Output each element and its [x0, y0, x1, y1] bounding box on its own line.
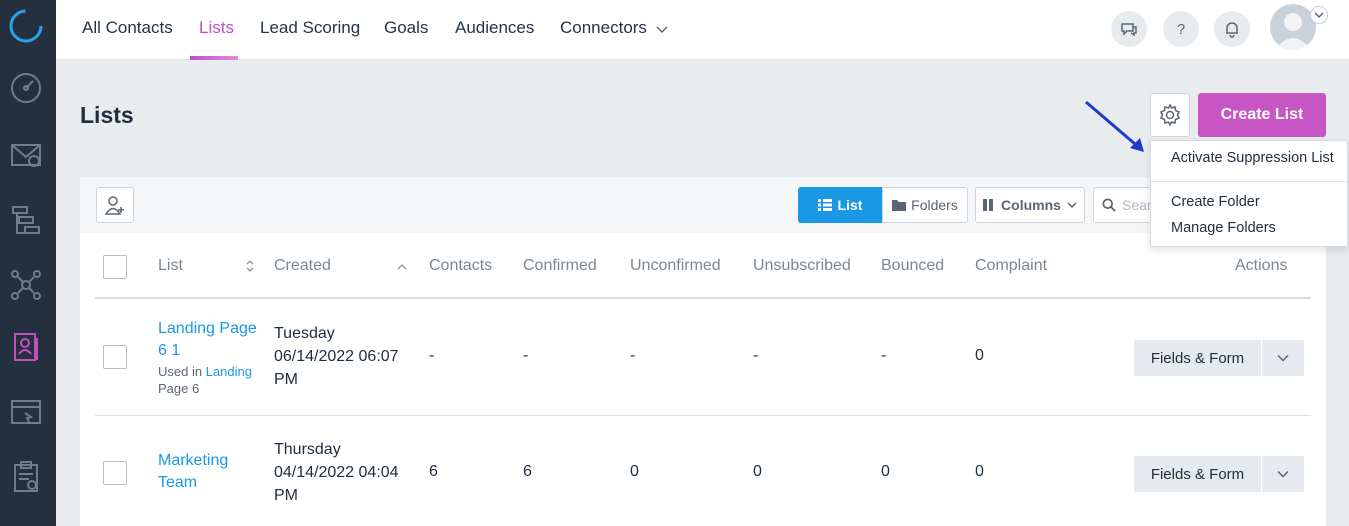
nav-goals[interactable]: Goals — [384, 0, 428, 60]
confirmed-value: - — [523, 347, 529, 364]
list-name-link[interactable]: 6 1 — [158, 342, 180, 360]
page-title: Lists — [80, 102, 134, 128]
contacts-value: 6 — [429, 463, 438, 480]
chevron-down-icon[interactable] — [1262, 456, 1304, 492]
table-row: Landing Page 6 1 Used in Landing Page 6 … — [95, 300, 1311, 416]
avatar[interactable] — [1270, 4, 1316, 50]
nav-lists[interactable]: Lists — [199, 0, 234, 60]
view-list-button[interactable]: List — [798, 187, 882, 223]
header-actions: Actions — [1235, 257, 1288, 274]
fields-form-button[interactable]: Fields & Form — [1134, 340, 1262, 376]
settings-dropdown-menu: Activate Suppression List Create Folder … — [1150, 140, 1348, 247]
columns-button[interactable]: Columns — [975, 187, 1085, 223]
nav-active-indicator — [190, 56, 238, 60]
unconfirmed-value: 0 — [630, 463, 639, 480]
used-in-label: Used in — [158, 364, 203, 379]
nav-connectors[interactable]: Connectors — [560, 0, 647, 60]
gear-icon — [1159, 103, 1181, 127]
table-toolbar: List Folders Columns — [80, 177, 1326, 233]
nav-lead-scoring[interactable]: Lead Scoring — [260, 0, 360, 60]
menu-divider — [1151, 181, 1347, 182]
header-contacts[interactable]: Contacts — [429, 257, 492, 275]
list-name-link[interactable]: Landing Page — [158, 320, 257, 338]
used-in-link[interactable]: Page 6 — [158, 380, 199, 397]
table-header: List Created Contacts Confirmed Unconfir… — [95, 233, 1311, 299]
row-checkbox[interactable] — [103, 461, 127, 485]
sort-icon[interactable] — [245, 259, 255, 278]
fields-form-split-button: Fields & Form — [1134, 456, 1304, 492]
nav-audiences[interactable]: Audiences — [455, 0, 534, 60]
header-bounced[interactable]: Bounced — [881, 257, 944, 275]
create-list-button[interactable]: Create List — [1198, 93, 1326, 137]
bounced-value: 0 — [881, 463, 890, 480]
created-day: Tuesday — [274, 325, 335, 342]
forms-icon[interactable] — [6, 456, 46, 496]
chat-icon[interactable] — [1111, 11, 1147, 47]
menu-item-activate-suppression-list[interactable]: Activate Suppression List — [1171, 150, 1334, 166]
used-in-note: Used in Landing — [158, 363, 252, 380]
view-list-label: List — [837, 197, 863, 213]
row-checkbox[interactable] — [103, 345, 127, 369]
created-ampm: PM — [274, 487, 298, 504]
created-date: 04/14/2022 04:04 — [274, 464, 399, 481]
created-ampm: PM — [274, 371, 298, 388]
search-icon — [1102, 198, 1116, 212]
annotation-arrow-icon — [1085, 100, 1144, 152]
network-icon[interactable] — [6, 265, 46, 305]
chevron-down-icon — [1067, 202, 1077, 209]
bell-icon[interactable] — [1214, 11, 1250, 47]
header-created[interactable]: Created — [274, 257, 331, 275]
automation-icon[interactable] — [6, 200, 46, 240]
menu-item-manage-folders[interactable]: Manage Folders — [1171, 220, 1276, 236]
header-confirmed[interactable]: Confirmed — [523, 257, 597, 275]
header-complaint[interactable]: Complaint — [975, 257, 1047, 275]
created-date: 06/14/2022 06:07 — [274, 348, 399, 365]
add-user-icon — [104, 196, 124, 215]
fields-form-split-button: Fields & Form — [1134, 340, 1304, 376]
view-folders-label: Folders — [911, 197, 958, 213]
header-unsubscribed[interactable]: Unsubscribed — [753, 257, 851, 275]
unsubscribed-value: - — [753, 347, 759, 364]
unconfirmed-value: - — [630, 347, 636, 364]
landing-page-icon[interactable] — [6, 392, 46, 432]
help-icon[interactable]: ? — [1163, 11, 1199, 47]
sort-ascending-icon[interactable] — [397, 258, 407, 276]
chevron-down-icon[interactable] — [656, 22, 668, 40]
bounced-value: - — [881, 347, 887, 364]
list-name-link[interactable]: Marketing — [158, 452, 228, 470]
top-navigation: All Contacts Lists Lead Scoring Goals Au… — [56, 0, 1349, 60]
folder-icon — [892, 200, 907, 211]
columns-label: Columns — [1001, 197, 1061, 213]
nav-all-contacts[interactable]: All Contacts — [82, 0, 173, 60]
view-folders-button[interactable]: Folders — [882, 187, 968, 223]
list-name-link[interactable]: Team — [158, 474, 197, 492]
avatar-chevron-icon[interactable] — [1310, 6, 1328, 24]
used-in-link[interactable]: Landing — [206, 364, 252, 379]
fields-form-button[interactable]: Fields & Form — [1134, 456, 1262, 492]
lists-card: List Folders Columns List Created Contac… — [80, 177, 1326, 526]
sidebar — [0, 0, 56, 526]
confirmed-value: 6 — [523, 463, 532, 480]
unsubscribed-value: 0 — [753, 463, 762, 480]
app-logo-icon[interactable] — [8, 8, 44, 44]
select-all-checkbox[interactable] — [103, 255, 127, 279]
header-unconfirmed[interactable]: Unconfirmed — [630, 257, 721, 275]
header-list[interactable]: List — [158, 257, 183, 275]
table-row: Marketing Team Thursday 04/14/2022 04:04… — [95, 416, 1311, 526]
email-icon[interactable] — [6, 134, 46, 174]
created-day: Thursday — [274, 441, 341, 458]
complaint-value: 0 — [975, 463, 984, 480]
list-icon — [817, 199, 832, 211]
chevron-down-icon[interactable] — [1262, 340, 1304, 376]
columns-icon — [983, 199, 994, 211]
settings-button[interactable] — [1150, 93, 1190, 137]
contacts-icon[interactable] — [6, 327, 46, 367]
contacts-value: - — [429, 347, 435, 364]
dashboard-icon[interactable] — [6, 68, 46, 108]
complaint-value: 0 — [975, 347, 984, 364]
add-contact-button[interactable] — [96, 187, 134, 223]
menu-item-create-folder[interactable]: Create Folder — [1171, 194, 1260, 210]
